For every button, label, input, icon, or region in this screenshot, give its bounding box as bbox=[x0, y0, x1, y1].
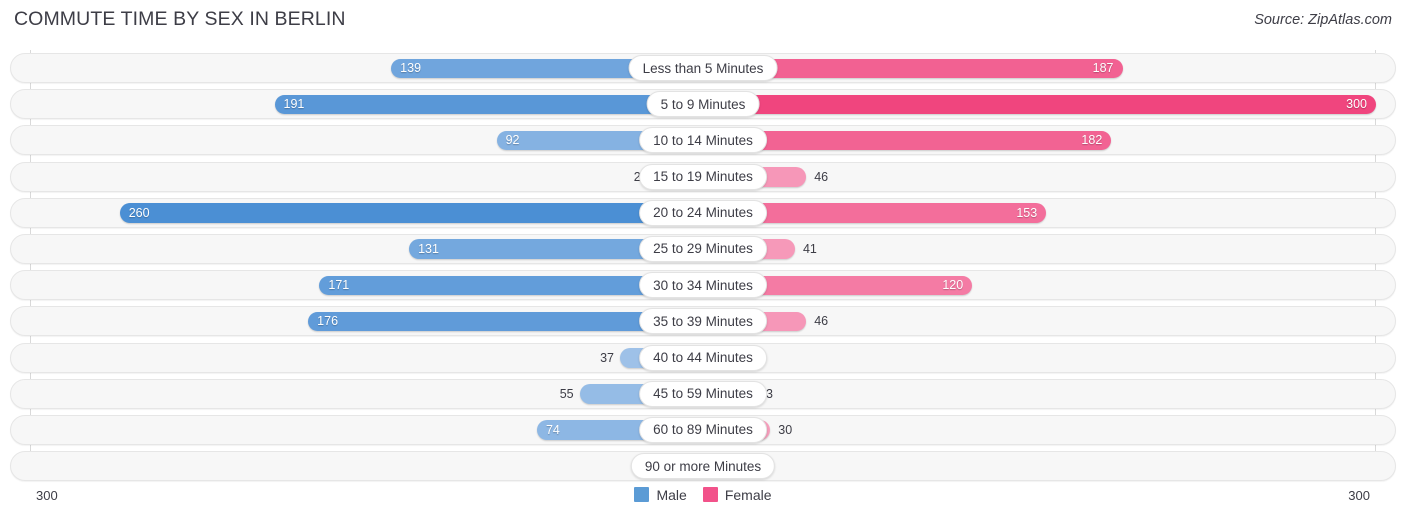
bar-row: 74 30 60 to 89 Minutes bbox=[0, 412, 1406, 448]
bar-value-male: 92 bbox=[505, 133, 520, 148]
category-label: 5 to 9 Minutes bbox=[646, 91, 760, 118]
legend-label: Female bbox=[724, 486, 772, 503]
category-label: 15 to 19 Minutes bbox=[639, 163, 767, 190]
bar-male: 191 bbox=[274, 94, 703, 115]
bar-row: 191 300 5 to 9 Minutes bbox=[0, 86, 1406, 122]
legend-swatch-icon bbox=[702, 487, 718, 502]
bar-value-female: 8 bbox=[759, 348, 839, 368]
category-label: 25 to 29 Minutes bbox=[639, 235, 767, 262]
bar-value-male: 260 bbox=[128, 205, 150, 220]
bar-value-female: 30 bbox=[778, 422, 793, 437]
legend-item[interactable]: Male bbox=[634, 486, 687, 503]
plot-area: 139 187 Less than 5 Minutes 191 300 5 to 9 Mi… bbox=[0, 50, 1406, 485]
bar-row: 171 120 30 to 34 Minutes bbox=[0, 267, 1406, 303]
source-attribution: Source: ZipAtlas.com bbox=[1254, 12, 1392, 28]
category-label: 60 to 89 Minutes bbox=[639, 416, 767, 443]
category-label: 20 to 24 Minutes bbox=[639, 199, 767, 226]
bar-female: 300 bbox=[703, 94, 1376, 115]
bar-row: 139 187 Less than 5 Minutes bbox=[0, 50, 1406, 86]
legend-swatch-icon bbox=[634, 487, 650, 502]
bar-value-male: 176 bbox=[317, 314, 339, 329]
category-label: 45 to 59 Minutes bbox=[639, 380, 767, 407]
bar-value-male: 139 bbox=[400, 61, 422, 75]
bar-row: 176 46 35 to 39 Minutes bbox=[0, 303, 1406, 339]
category-label: 90 or more Minutes bbox=[630, 453, 776, 480]
bar-row: 92 182 10 to 14 Minutes bbox=[0, 122, 1406, 158]
bar-row: 37 840 to 44 Minutes bbox=[0, 340, 1406, 376]
bar-row-list: 139 187 Less than 5 Minutes 191 300 5 to 9 Mi… bbox=[0, 50, 1406, 484]
bar-value-female: 120 bbox=[942, 278, 964, 293]
bar-row: 131 41 25 to 29 Minutes bbox=[0, 231, 1406, 267]
chart-legend: Male Female bbox=[0, 487, 1406, 502]
bar-value-female: 300 bbox=[1346, 97, 1367, 112]
page-title: COMMUTE TIME BY SEX IN BERLIN bbox=[14, 8, 346, 30]
category-label: Less than 5 Minutes bbox=[628, 55, 778, 81]
bar-value-male: 171 bbox=[328, 278, 350, 293]
bar-row: 260 153 20 to 24 Minutes bbox=[0, 195, 1406, 231]
bar-value-female: 46 bbox=[814, 169, 829, 184]
legend-label: Male bbox=[656, 486, 687, 503]
category-label: 35 to 39 Minutes bbox=[639, 308, 767, 335]
category-label: 10 to 14 Minutes bbox=[639, 127, 767, 154]
bar-value-female: 13 bbox=[759, 384, 839, 404]
bar-value-male: 131 bbox=[418, 241, 439, 256]
commute-time-diverging-bar-chart: COMMUTE TIME BY SEX IN BERLIN Source: Zi… bbox=[0, 0, 1406, 523]
category-label: 30 to 34 Minutes bbox=[639, 272, 767, 299]
bar-value-male: 55 bbox=[559, 386, 574, 401]
bar-value-male: 22 bbox=[568, 167, 648, 187]
bar-value-female: 187 bbox=[1092, 61, 1114, 75]
bar-male: 260 bbox=[119, 203, 703, 223]
bar-value-female: 46 bbox=[814, 314, 829, 329]
bar-value-male: 191 bbox=[283, 97, 305, 112]
bar-value-female: 41 bbox=[802, 241, 817, 256]
bar-row: 22 46 15 to 19 Minutes bbox=[0, 159, 1406, 195]
bar-value-female: 182 bbox=[1081, 133, 1103, 148]
category-label: 40 to 44 Minutes bbox=[639, 344, 767, 371]
legend-item[interactable]: Female bbox=[702, 486, 772, 503]
bar-row: 55 1345 to 59 Minutes bbox=[0, 376, 1406, 412]
bar-value-male: 74 bbox=[545, 422, 560, 437]
bar-row: 0090 or more Minutes bbox=[0, 448, 1406, 484]
bar-value-female: 153 bbox=[1016, 205, 1038, 220]
bar-value-male: 37 bbox=[600, 350, 614, 365]
